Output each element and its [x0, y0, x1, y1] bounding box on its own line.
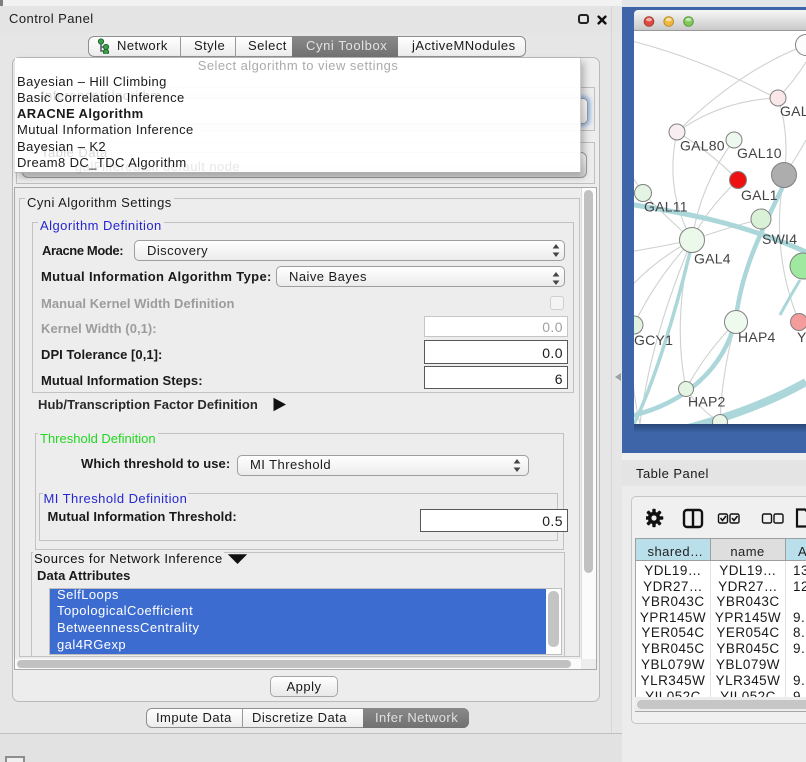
svg-text:HAP4: HAP4	[738, 329, 776, 345]
svg-text:GAL10: GAL10	[737, 145, 782, 161]
svg-text:HAP2: HAP2	[688, 394, 726, 410]
svg-text:GAL4: GAL4	[694, 251, 731, 267]
svg-text:GCY1: GCY1	[634, 332, 673, 348]
svg-text:GAL1: GAL1	[741, 187, 778, 203]
svg-text:GAL2: GAL2	[780, 103, 806, 119]
svg-text:SWI4: SWI4	[762, 231, 797, 247]
svg-text:GAL11: GAL11	[644, 199, 688, 215]
svg-text:YM: YM	[797, 329, 806, 345]
svg-text:GAL80: GAL80	[680, 138, 725, 154]
